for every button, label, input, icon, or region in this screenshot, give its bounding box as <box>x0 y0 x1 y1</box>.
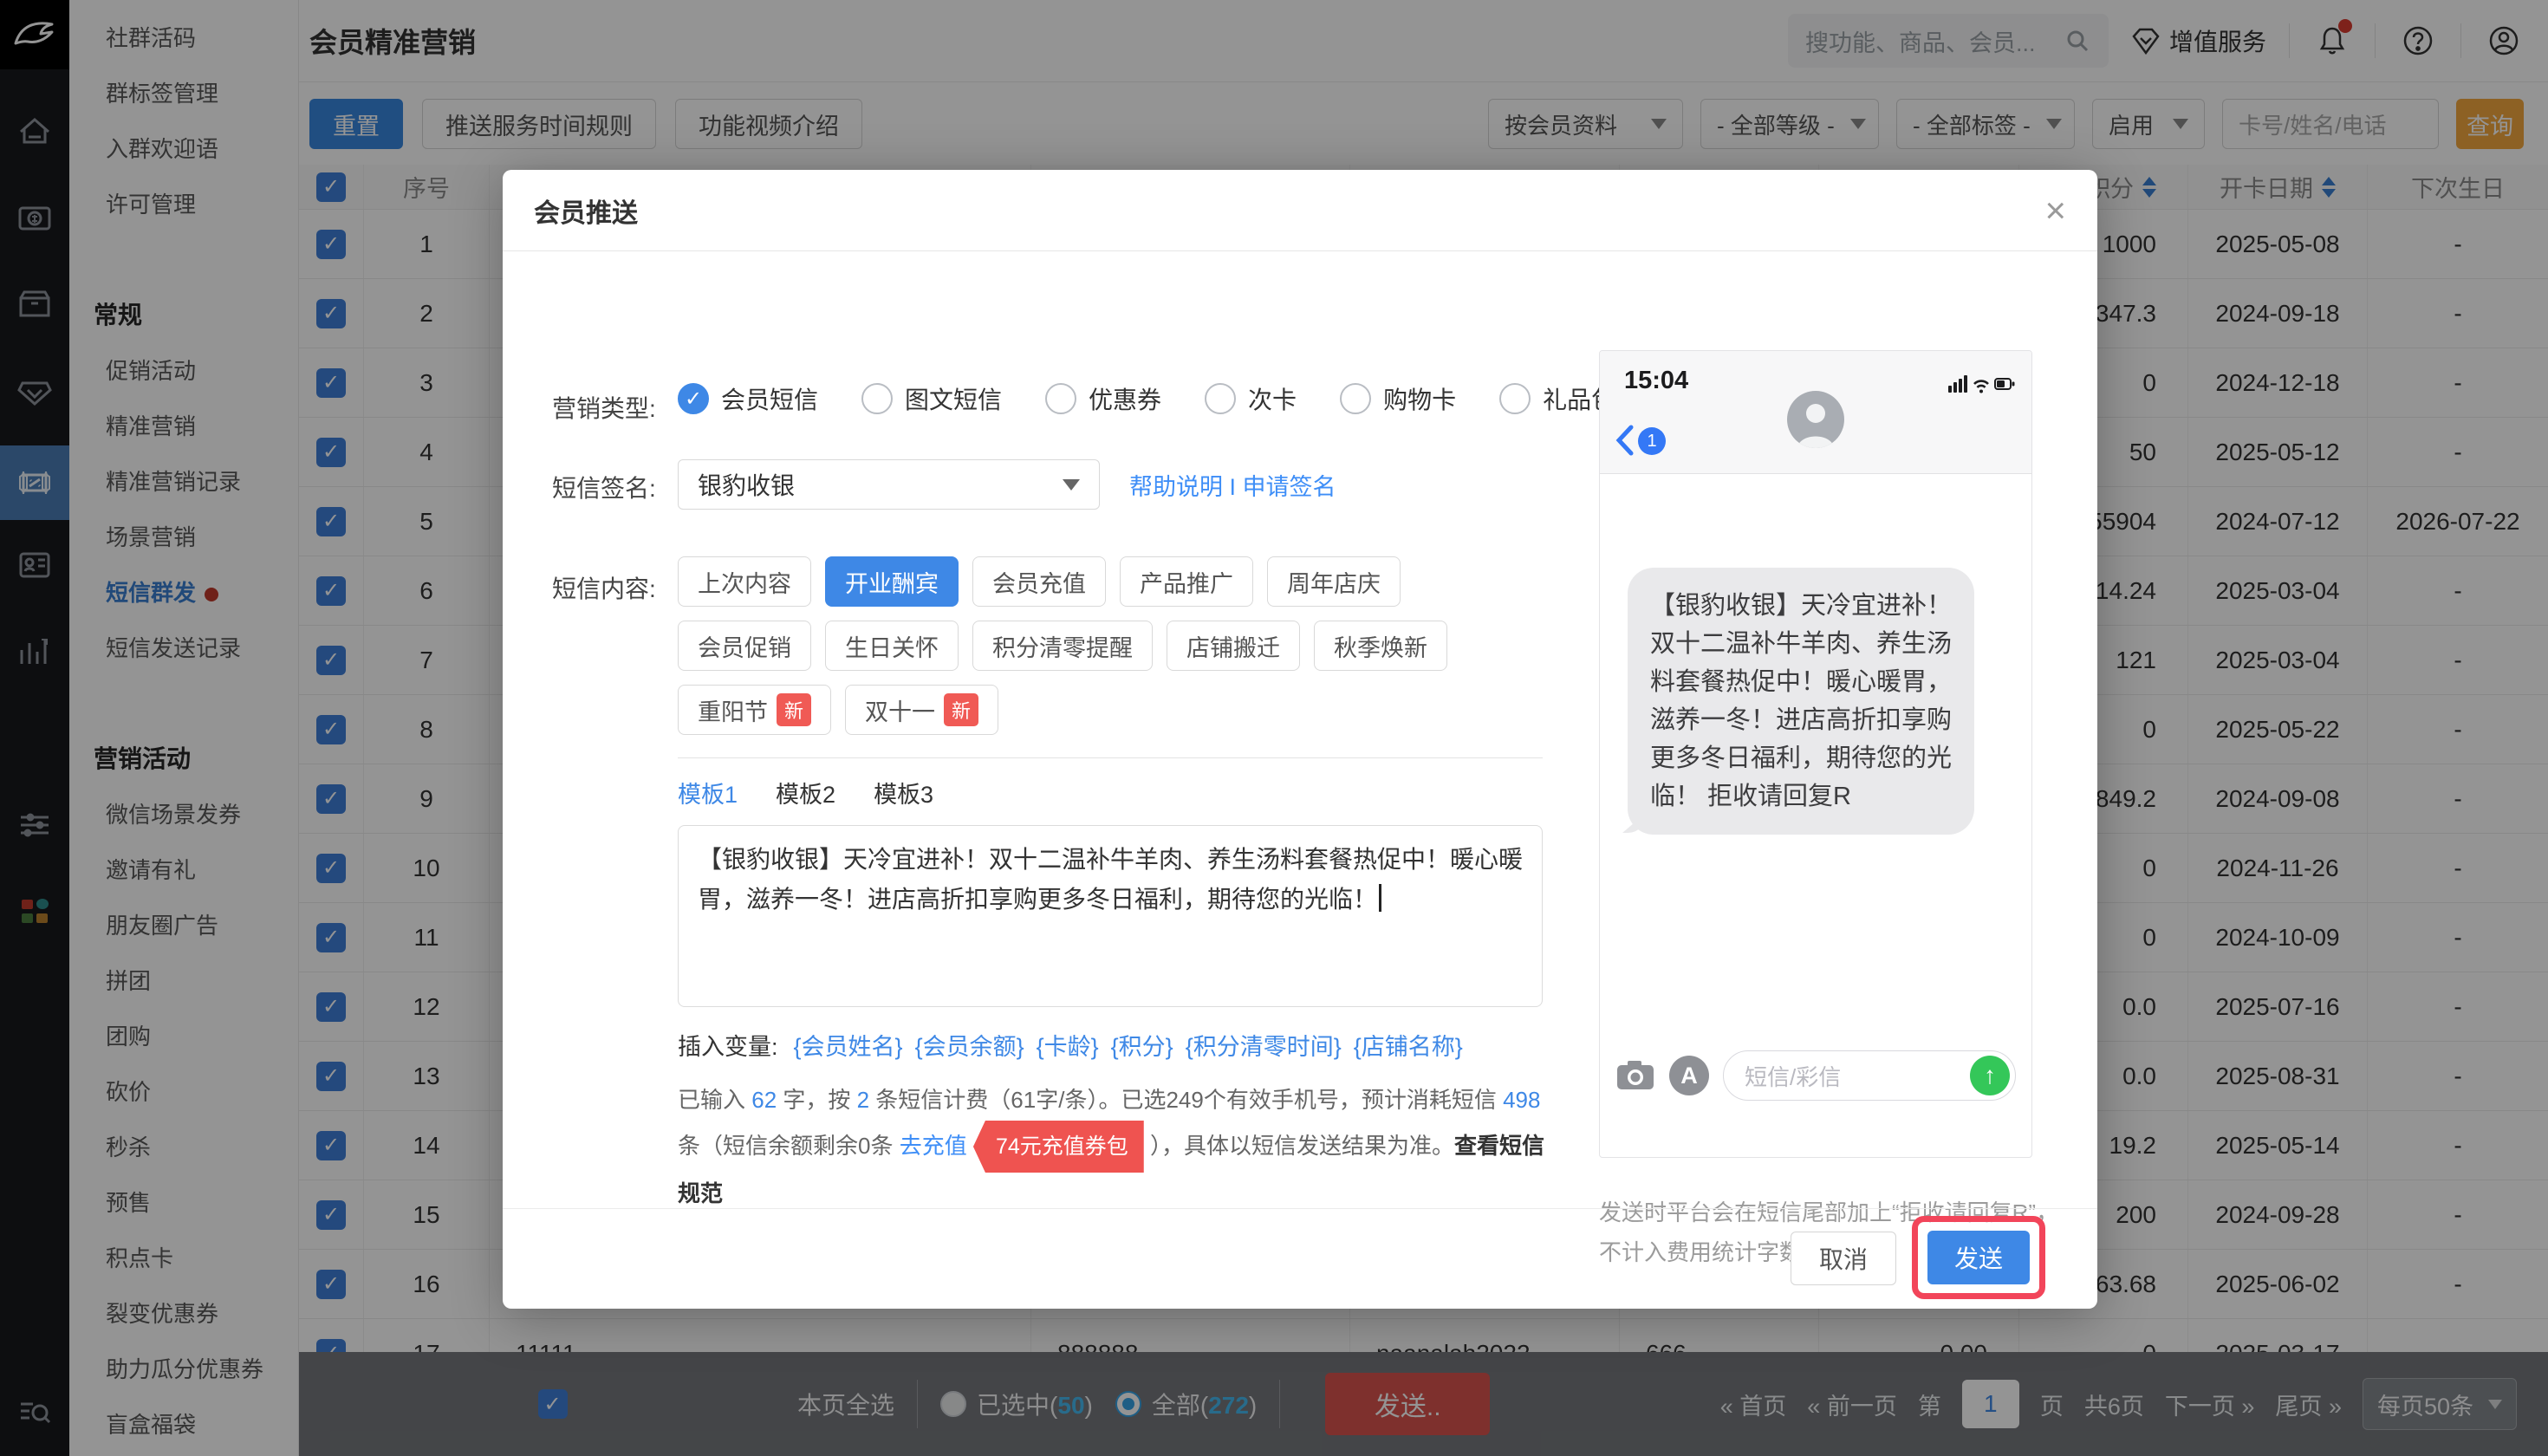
insert-variables-label: 插入变量: <box>678 1028 778 1062</box>
template-category-tab[interactable]: 重阳节 新 <box>678 685 831 735</box>
marketing-type-radio[interactable]: 次卡 <box>1205 381 1297 416</box>
variable-token[interactable]: {卡龄} <box>1037 1028 1099 1062</box>
phone-status-icons <box>1948 372 2016 400</box>
variable-token[interactable]: {会员姓名} <box>794 1028 903 1062</box>
modal-header: 会员推送 × <box>503 170 2097 251</box>
template-tab[interactable]: 模板1 <box>678 776 738 809</box>
recharge-link[interactable]: 去充值 <box>900 1133 967 1159</box>
variable-token[interactable]: {积分} <box>1111 1028 1173 1062</box>
variable-token[interactable]: {店铺名称} <box>1354 1028 1463 1062</box>
phone-input-bar: A 短信/彩信 ↑ <box>1600 1043 2031 1108</box>
tab-label: 会员充值 <box>992 565 1086 599</box>
phone-preview: 15:04 1 【银豹收银】天冷宜进补！双十二温补牛羊肉、养生汤料套餐热促中！暖… <box>1599 350 2032 1158</box>
signature-select[interactable]: 银豹收银 <box>678 459 1100 510</box>
modal-body: 营销类型: 会员短信 图文短信 优惠券 次卡 <box>503 251 2097 1208</box>
sms-message-textarea[interactable]: 【银豹收银】天冷宜进补！双十二温补牛羊肉、养生汤料套餐热促中！暖心暖胃，滋养一冬… <box>678 825 1543 1007</box>
recharge-coupon-badge[interactable]: 74元充值券包 <box>973 1121 1144 1173</box>
tab-label: 周年店庆 <box>1287 565 1381 599</box>
radio-icon <box>1499 383 1531 414</box>
template-category-tab[interactable]: 双十一 新 <box>845 685 998 735</box>
member-push-modal: 会员推送 × 营销类型: 会员短信 图文短信 优惠券 <box>503 170 2097 1309</box>
send-button[interactable]: 发送 <box>1927 1231 2030 1284</box>
template-category-tab[interactable]: 上次内容 <box>678 556 811 607</box>
marketing-type-radios: 会员短信 图文短信 优惠券 次卡 购物卡 <box>678 381 1615 416</box>
text-cursor <box>1379 884 1381 912</box>
marketing-type-label: 营销类型: <box>552 390 656 425</box>
phone-avatar-icon <box>1787 391 1844 448</box>
marketing-type-radio[interactable]: 图文短信 <box>861 381 1002 416</box>
sms-signature-row: 银豹收银 帮助说明 I 申请签名 <box>678 459 1336 510</box>
divider <box>678 757 1543 758</box>
help-apply-signature-links[interactable]: 帮助说明 I 申请签名 <box>1129 468 1336 502</box>
insert-variables-row: 插入变量: {会员姓名} {会员余额} {卡龄} {积分} {积分清零时间} {店铺名称} <box>678 1028 1553 1062</box>
tab-label: 积分清零提醒 <box>992 629 1133 663</box>
tab-label: 双十一 <box>865 693 935 727</box>
radio-label: 购物卡 <box>1383 381 1456 416</box>
phone-statusbar: 15:04 1 <box>1600 351 2031 474</box>
modal-title: 会员推送 <box>534 192 638 230</box>
tab-label: 店铺搬迁 <box>1186 629 1280 663</box>
template-category-tab[interactable]: 产品推广 <box>1120 556 1253 607</box>
marketing-type-radio[interactable]: 购物卡 <box>1340 381 1456 416</box>
template-category-tab[interactable]: 积分清零提醒 <box>972 621 1153 671</box>
new-badge: 新 <box>777 693 811 726</box>
template-category-tab[interactable]: 秋季焕新 <box>1314 621 1447 671</box>
chevron-down-icon <box>1063 479 1080 491</box>
tab-label: 产品推广 <box>1140 565 1233 599</box>
tab-label: 开业酬宾 <box>845 565 939 599</box>
radio-icon <box>1340 383 1371 414</box>
template-category-tab[interactable]: 会员促销 <box>678 621 811 671</box>
variable-tokens: {会员姓名} {会员余额} {卡龄} {积分} {积分清零时间} {店铺名称} <box>794 1028 1463 1062</box>
screen: 社群活码 群标签管理 入群欢迎语 许可管理 常规 促销活动 精准营销 精准营销记… <box>0 0 2548 1456</box>
radio-icon <box>861 383 893 414</box>
sms-message-text: 【银豹收银】天冷宜进补！双十二温补牛羊肉、养生汤料套餐热促中！暖心暖胃，滋养一冬… <box>698 846 1523 913</box>
radio-icon <box>678 383 709 414</box>
marketing-type-radio[interactable]: 优惠券 <box>1045 381 1161 416</box>
sms-content-column: 上次内容 开业酬宾 会员充值 产品推广 周年店庆 <box>678 556 1553 1214</box>
tab-label: 生日关怀 <box>845 629 939 663</box>
tab-label: 会员促销 <box>698 629 791 663</box>
template-category-tab[interactable]: 生日关怀 <box>825 621 959 671</box>
radio-icon <box>1045 383 1076 414</box>
new-badge: 新 <box>944 693 978 726</box>
sms-content-label: 短信内容: <box>552 570 656 605</box>
marketing-type-radio[interactable]: 会员短信 <box>678 381 818 416</box>
radio-label: 图文短信 <box>905 381 1002 416</box>
sms-stats-text: 已输入 62 字，按 2 条短信计费（61字/条）。已选249个有效手机号，预计… <box>678 1079 1549 1214</box>
template-category-tab[interactable]: 会员充值 <box>972 556 1106 607</box>
tab-label: 上次内容 <box>698 565 791 599</box>
template-tab[interactable]: 模板3 <box>874 776 933 809</box>
modal-footer: 取消 发送 <box>503 1208 2097 1309</box>
close-icon[interactable]: × <box>2044 192 2066 229</box>
template-switcher: 模板1 模板2 模板3 <box>678 776 1553 809</box>
phone-back-chevron-icon <box>1614 424 1636 461</box>
template-category-tab[interactable]: 店铺搬迁 <box>1167 621 1300 671</box>
radio-icon <box>1205 383 1236 414</box>
template-category-tab[interactable]: 周年店庆 <box>1267 556 1401 607</box>
sms-preview-bubble: 【银豹收银】天冷宜进补！双十二温补牛羊肉、养生汤料套餐热促中！暖心暖胃，滋养一冬… <box>1628 568 1974 835</box>
variable-token[interactable]: {积分清零时间} <box>1186 1028 1342 1062</box>
phone-unread-badge: 1 <box>1638 427 1666 455</box>
send-highlight-ring: 发送 <box>1912 1216 2045 1299</box>
template-category-tab[interactable]: 开业酬宾 <box>825 556 959 607</box>
tab-label: 重阳节 <box>698 693 768 727</box>
camera-icon <box>1615 1058 1655 1093</box>
tab-label: 秋季焕新 <box>1334 629 1427 663</box>
template-category-tabs: 上次内容 开业酬宾 会员充值 产品推广 周年店庆 <box>678 556 1544 735</box>
sms-signature-label: 短信签名: <box>552 470 656 504</box>
radio-label: 次卡 <box>1248 381 1297 416</box>
send-arrow-icon: ↑ <box>1970 1056 2010 1095</box>
phone-message-input: 短信/彩信 ↑ <box>1723 1050 2016 1101</box>
variable-token[interactable]: {会员余额} <box>915 1028 1024 1062</box>
phone-time: 15:04 <box>1624 367 1688 395</box>
marketing-type-radio[interactable]: 礼品包 <box>1499 381 1615 416</box>
cancel-button[interactable]: 取消 <box>1791 1232 1896 1285</box>
radio-label: 优惠券 <box>1089 381 1161 416</box>
template-tab[interactable]: 模板2 <box>776 776 835 809</box>
radio-label: 会员短信 <box>721 381 818 416</box>
appstore-icon: A <box>1669 1056 1709 1095</box>
